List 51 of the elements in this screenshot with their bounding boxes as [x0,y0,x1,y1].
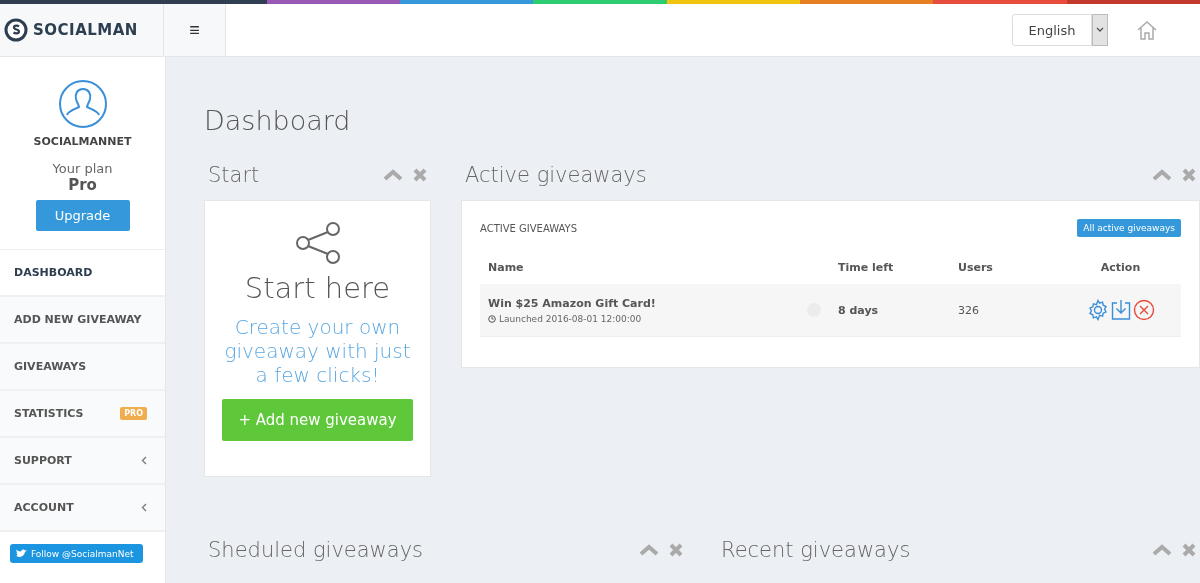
logo-icon [4,18,28,42]
sidebar-item[interactable]: STATISTICS PRO [0,391,165,438]
sidebar-item-label: DASHBOARD [14,266,93,279]
collapse-icon[interactable] [1152,544,1172,556]
collapse-icon[interactable] [1152,169,1172,181]
username: SOCIALMANNET [33,135,132,148]
column-header: Action [1099,260,1142,276]
close-icon[interactable] [1182,543,1196,557]
pro-badge: PRO [120,407,147,420]
column-header: Users [957,260,994,276]
menu-button[interactable]: ≡ [164,4,226,56]
sidebar-item-label: ACCOUNT [14,501,74,514]
download-icon[interactable] [1110,299,1131,321]
close-icon[interactable] [1182,168,1196,182]
start-text: Create your own giveaway with just a few clicks! [223,315,412,387]
panel-title: Start [208,163,260,187]
panel-title: Active giveaways [465,163,647,187]
settings-icon[interactable] [1086,299,1109,321]
sidebar-item[interactable]: ADD NEW GIVEAWAY [0,297,165,344]
collapse-icon[interactable] [639,544,659,556]
user-count: 326 [957,303,980,317]
close-icon[interactable] [669,543,683,557]
page-title: Dashboard [204,105,352,136]
launch-date: Launched 2016-08-01 12:00:00 [499,313,642,324]
column-header: Name [487,260,525,276]
column-header: Time left [837,260,895,276]
clock-icon [488,314,496,323]
card-title: ACTIVE GIVEAWAYS [480,222,578,234]
sidebar-item-label: STATISTICS [14,407,84,420]
home-icon[interactable] [1136,20,1158,40]
avatar-icon [57,79,108,129]
caret-icon [1096,27,1104,33]
close-icon[interactable] [413,168,427,182]
panel-title: Sheduled giveaways [208,538,424,562]
plan-label: Your plan [52,161,113,176]
start-heading: Start here [244,271,391,305]
plan-name: Pro [68,176,97,194]
bird-icon [16,549,27,558]
sidebar-item-label: ADD NEW GIVEAWAY [14,313,142,326]
delete-icon[interactable] [1132,299,1155,321]
panel-title: Recent giveaways [721,538,911,562]
time-left: 8 days [837,303,880,317]
sidebar-item-label: GIVEAWAYS [14,360,87,373]
sidebar-item[interactable]: ACCOUNT [0,485,165,532]
share-icon [293,221,342,265]
sidebar-item-label: SUPPORT [14,454,72,467]
collapse-icon[interactable] [383,169,403,181]
giveaway-name: Win $25 Amazon Gift Card! [488,296,656,310]
sidebar-item[interactable]: GIVEAWAYS [0,344,165,391]
sidebar-item[interactable]: SUPPORT [0,438,165,485]
logo-text: SOCIALMAN [33,21,138,39]
